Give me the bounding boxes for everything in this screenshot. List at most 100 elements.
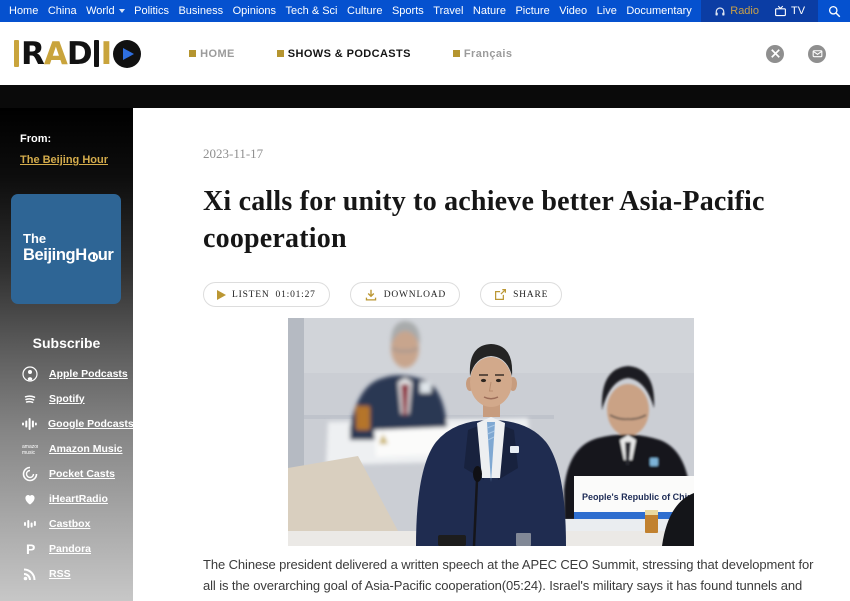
nav-item-nature[interactable]: Nature — [473, 5, 506, 17]
subscribe-label: Apple Podcasts — [49, 368, 128, 380]
menu-item-shows-podcasts[interactable]: SHOWS & PODCASTS — [277, 48, 411, 60]
logo-bar — [94, 40, 99, 67]
menu-item-francais[interactable]: Français — [453, 48, 512, 60]
search-button[interactable] — [818, 5, 850, 18]
svg-text:music: music — [22, 450, 36, 456]
apple-podcasts-icon — [22, 366, 38, 382]
x-twitter-button[interactable] — [766, 45, 784, 63]
podcast-sidebar: From: The Beijing Hour The BeijingHur Su… — [0, 108, 133, 601]
subscribe-title: Subscribe — [0, 335, 133, 351]
castbox-icon — [22, 516, 38, 532]
nav-item-politics[interactable]: Politics — [134, 5, 169, 17]
logo-play-circle — [113, 40, 141, 68]
listen-button[interactable]: LISTEN 01:01:27 — [203, 282, 330, 307]
subscribe-google-podcasts[interactable]: Google Podcasts — [0, 411, 133, 436]
menu-item-francais-label: Français — [464, 48, 512, 60]
listen-label: LISTEN — [232, 290, 270, 300]
play-icon — [217, 290, 226, 300]
subscribe-label: Pocket Casts — [49, 468, 115, 480]
top-nav: Home China World Politics Business Opini… — [0, 0, 850, 22]
nav-item-picture[interactable]: Picture — [515, 5, 549, 17]
nav-item-sports[interactable]: Sports — [392, 5, 424, 17]
chevron-down-icon — [119, 9, 125, 13]
menu-item-home[interactable]: HOME — [189, 48, 235, 60]
header-menu: HOME SHOWS & PODCASTS Français — [189, 48, 512, 60]
square-bullet-icon — [189, 50, 196, 57]
amazon-music-icon: amazonmusic — [21, 442, 38, 456]
subscribe-amazon-music[interactable]: amazonmusic Amazon Music — [0, 436, 133, 461]
spotify-icon — [22, 391, 38, 407]
google-podcasts-icon — [21, 416, 37, 432]
share-icon — [494, 288, 507, 301]
listen-duration: 01:01:27 — [276, 290, 316, 300]
site-header: R A D I HOME SHOWS & PODCASTS Français — [0, 22, 850, 85]
beijing-hour-logo[interactable]: The BeijingHur — [11, 194, 121, 304]
article-photo: People's Republic of China — [288, 318, 694, 546]
download-label: DOWNLOAD — [384, 290, 446, 300]
article-main: 2023-11-17 Xi calls for unity to achieve… — [133, 108, 850, 601]
nav-item-live[interactable]: Live — [597, 5, 617, 17]
radio-logo[interactable]: R A D I — [12, 36, 141, 72]
x-twitter-icon — [771, 49, 780, 58]
nav-item-china[interactable]: China — [48, 5, 77, 17]
black-divider-band — [0, 85, 850, 108]
nav-item-tech-sci[interactable]: Tech & Sci — [286, 5, 338, 17]
clock-icon — [88, 252, 98, 262]
nav-item-business[interactable]: Business — [178, 5, 223, 17]
nav-item-world-label: World — [86, 5, 115, 17]
subscribe-iheartradio[interactable]: iHeartRadio — [0, 486, 133, 511]
subscribe-apple-podcasts[interactable]: Apple Podcasts — [0, 361, 133, 386]
subscribe-pocket-casts[interactable]: Pocket Casts — [0, 461, 133, 486]
logo-letter: A — [44, 36, 67, 72]
share-label: SHARE — [513, 290, 548, 300]
from-label: From: — [20, 133, 133, 145]
media-switch-box: Radio TV — [701, 0, 818, 22]
nav-item-home[interactable]: Home — [9, 5, 38, 17]
square-bullet-icon — [453, 50, 460, 57]
svg-text:People's Republic of China: People's Republic of China — [582, 492, 694, 502]
nav-item-opinions[interactable]: Opinions — [233, 5, 276, 17]
pocket-casts-icon — [22, 466, 38, 482]
nav-item-video[interactable]: Video — [559, 5, 587, 17]
nav-item-travel[interactable]: Travel — [433, 5, 463, 17]
menu-item-shows-label: SHOWS & PODCASTS — [288, 48, 411, 60]
subscribe-castbox[interactable]: Castbox — [0, 511, 133, 536]
rss-icon — [22, 566, 38, 582]
square-bullet-icon — [277, 50, 284, 57]
email-button[interactable] — [808, 45, 826, 63]
subscribe-list: Apple Podcasts Spotify Google Podcasts a… — [0, 361, 133, 586]
share-button[interactable]: SHARE — [480, 282, 562, 307]
logo-letter: R — [21, 36, 44, 72]
download-button[interactable]: DOWNLOAD — [350, 282, 460, 307]
radio-link[interactable]: Radio — [714, 5, 759, 17]
nav-item-culture[interactable]: Culture — [347, 5, 382, 17]
subscribe-label: RSS — [49, 568, 71, 580]
subscribe-label: Castbox — [49, 518, 90, 530]
menu-item-home-label: HOME — [200, 48, 235, 60]
subscribe-rss[interactable]: RSS — [0, 561, 133, 586]
email-icon — [812, 48, 823, 59]
article-date: 2023-11-17 — [203, 146, 850, 162]
nav-item-documentary[interactable]: Documentary — [626, 5, 691, 17]
subscribe-label: Amazon Music — [49, 443, 123, 455]
article-title: Xi calls for unity to achieve better Asi… — [203, 183, 803, 257]
subscribe-pandora[interactable]: P Pandora — [0, 536, 133, 561]
subscribe-label: Pandora — [49, 543, 91, 555]
logo-bar — [14, 40, 19, 67]
show-link-beijing-hour[interactable]: The Beijing Hour — [20, 154, 108, 166]
logo-letter: I — [101, 36, 112, 72]
subscribe-spotify[interactable]: Spotify — [0, 386, 133, 411]
subscribe-label: Spotify — [49, 393, 85, 405]
pandora-icon: P — [22, 541, 38, 557]
svg-text:P: P — [26, 541, 35, 557]
nav-item-world[interactable]: World — [86, 5, 125, 17]
headphones-icon — [714, 5, 726, 17]
radio-label: Radio — [730, 5, 759, 17]
tv-link[interactable]: TV — [774, 5, 805, 17]
subscribe-label: Google Podcasts — [48, 418, 134, 430]
iheartradio-icon — [22, 491, 38, 507]
tv-label: TV — [791, 5, 805, 17]
search-icon — [828, 5, 841, 18]
subscribe-label: iHeartRadio — [49, 493, 108, 505]
logo-letter: D — [67, 36, 92, 72]
